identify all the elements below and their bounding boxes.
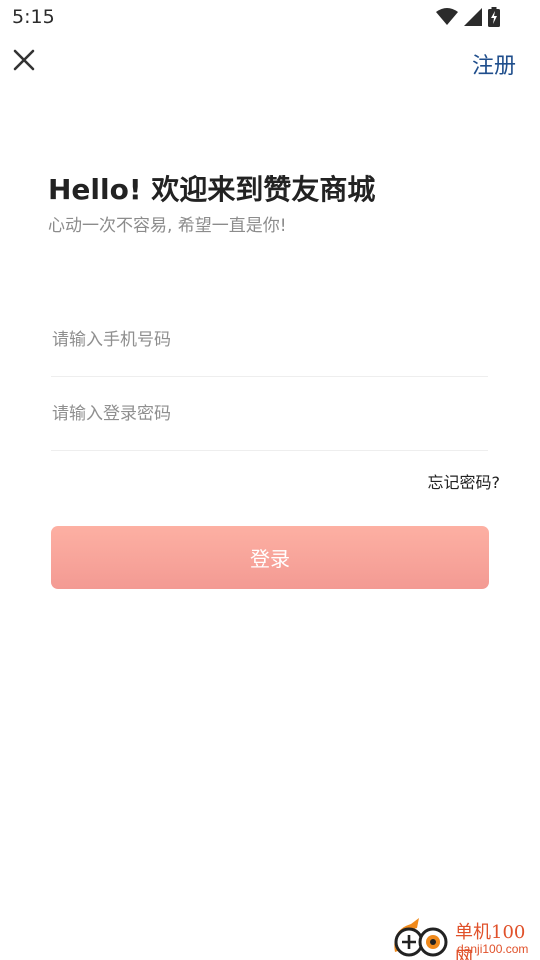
phone-field-row [51,303,488,377]
battery-charging-icon [488,7,500,27]
password-input[interactable] [51,377,488,450]
welcome-subtitle: 心动一次不容易, 希望一直是你! [48,216,287,236]
watermark-logo-icon [389,916,453,960]
status-icons [436,7,500,27]
status-time: 5:15 [12,6,55,28]
password-field-row [51,377,488,451]
close-icon [13,49,35,75]
watermark: 单机100网 danji100.com [389,914,540,960]
login-button[interactable]: 登录 [51,526,489,589]
cellular-signal-icon [464,8,482,26]
phone-input[interactable] [51,303,488,376]
watermark-url: danji100.com [457,942,529,956]
login-screen: 5:15 注册 Hello! 欢迎来到赞友商城 心动一次不容易, 希望一直是你! [0,0,540,960]
forgot-password-link[interactable]: 忘记密码? [428,469,501,493]
register-link[interactable]: 注册 [472,48,516,80]
wifi-icon [436,8,458,26]
close-button[interactable] [10,48,38,76]
welcome-title: Hello! 欢迎来到赞友商城 [48,173,376,206]
status-bar: 5:15 [0,0,540,36]
